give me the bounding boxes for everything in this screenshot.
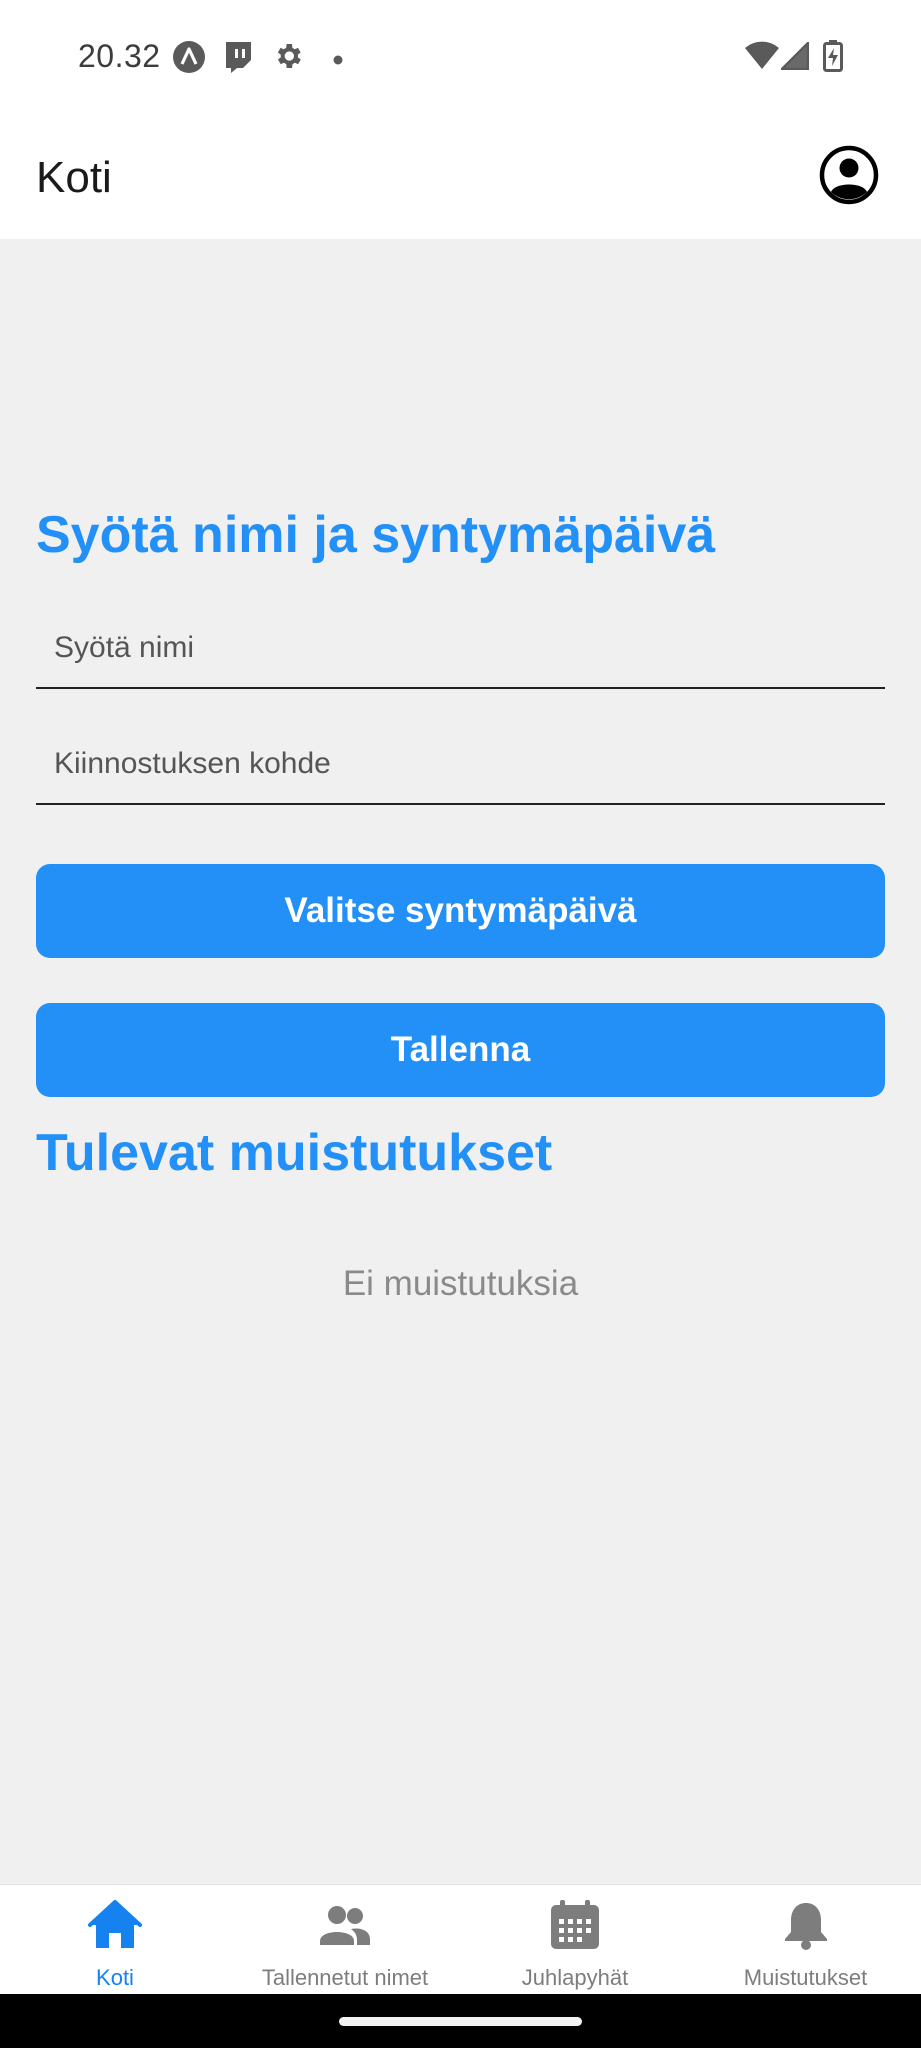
- gear-icon: [272, 40, 304, 77]
- people-icon: [320, 1906, 370, 1945]
- status-bar: 20.32: [0, 0, 921, 115]
- cell-signal-icon: [778, 39, 810, 75]
- interest-input[interactable]: [36, 725, 885, 803]
- calendar-icon: [551, 1900, 599, 1949]
- tab-tallennetut-nimet[interactable]: Tallennetut nimet: [230, 1885, 460, 1995]
- tab-label: Tallennetut nimet: [261, 1965, 429, 1990]
- interest-field: [36, 725, 885, 805]
- tab-label: Juhlapyhät: [521, 1965, 629, 1990]
- tab-koti[interactable]: Koti: [0, 1885, 230, 1995]
- save-button[interactable]: Tallenna: [36, 1003, 885, 1097]
- app-a-icon: [172, 40, 206, 79]
- reminders-section-title: Tulevat muistutukset: [36, 1124, 553, 1182]
- tab-juhlapyhat[interactable]: Juhlapyhät: [460, 1885, 690, 1995]
- name-field: [36, 609, 885, 689]
- wifi-icon: [744, 40, 780, 75]
- twitch-icon: [222, 40, 254, 79]
- empty-reminders-text: Ei muistutuksia: [342, 1264, 579, 1303]
- status-time: 20.32: [78, 38, 161, 74]
- home-gesture-handle[interactable]: [339, 2017, 582, 2026]
- main-content: Syötä nimi ja syntymäpäivä Valitse synty…: [0, 239, 921, 1884]
- account-circle-icon: [819, 145, 879, 205]
- bell-icon: [784, 1903, 827, 1950]
- dot-icon: [333, 52, 343, 70]
- bottom-navigation: Koti Tallennetut nimet Juhlapyhät Muistu…: [0, 1884, 921, 1994]
- select-birthday-button[interactable]: Valitse syntymäpäivä: [36, 864, 885, 958]
- battery-charging-icon: [823, 40, 843, 77]
- page-title: Koti: [36, 153, 112, 202]
- name-input[interactable]: [36, 609, 885, 687]
- home-icon: [88, 1900, 142, 1948]
- tab-label: Muistutukset: [743, 1965, 868, 1990]
- system-gesture-bar: [0, 1994, 921, 2048]
- app-bar: Koti: [0, 115, 921, 239]
- tab-label: Koti: [96, 1965, 134, 1990]
- entry-section-title: Syötä nimi ja syntymäpäivä: [36, 506, 716, 564]
- profile-button[interactable]: [819, 145, 879, 205]
- tab-muistutukset[interactable]: Muistutukset: [690, 1885, 921, 1995]
